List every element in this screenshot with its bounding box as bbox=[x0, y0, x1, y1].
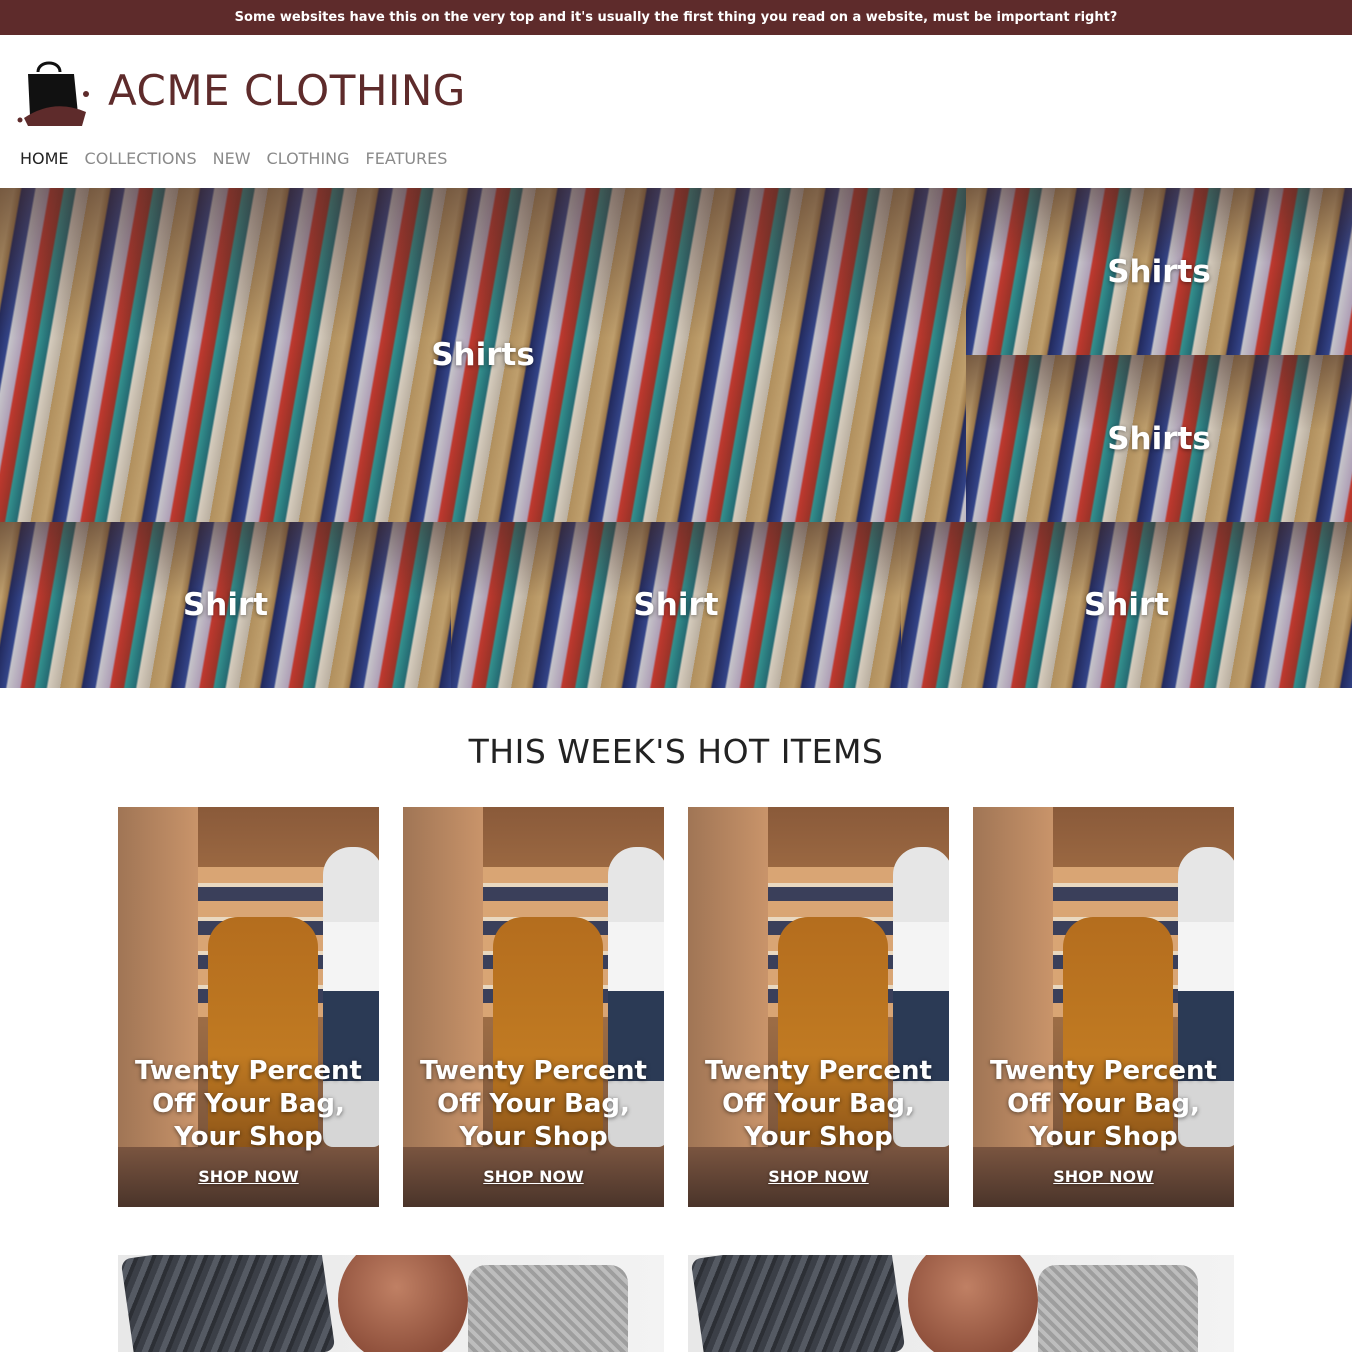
promo-card[interactable]: Twenty Percent Off Your Bag, Your Shop S… bbox=[118, 807, 379, 1207]
announcement-bar: Some websites have this on the very top … bbox=[0, 0, 1352, 35]
hero-tile-right-top[interactable]: Shirts bbox=[966, 188, 1352, 355]
nav-item-collections[interactable]: COLLECTIONS bbox=[85, 150, 197, 168]
banner-image-knit bbox=[468, 1265, 628, 1352]
hero-tile-bottom-1[interactable]: Shirt bbox=[0, 522, 451, 688]
hero-tile-bottom-3[interactable]: Shirt bbox=[901, 522, 1352, 688]
hero-tile-label: Shirt bbox=[633, 587, 719, 623]
banner-image-knit bbox=[1038, 1265, 1198, 1352]
banner-image-fabric bbox=[908, 1255, 1038, 1352]
promo-card[interactable]: Twenty Percent Off Your Bag, Your Shop S… bbox=[688, 807, 949, 1207]
hero-tile-label: Shirt bbox=[182, 587, 269, 623]
promo-headline: Twenty Percent Off Your Bag, Your Shop bbox=[135, 1056, 362, 1152]
feature-banner-image[interactable] bbox=[688, 1255, 1234, 1352]
shop-now-link[interactable]: SHOP NOW bbox=[118, 1167, 379, 1186]
nav-item-new[interactable]: NEW bbox=[213, 150, 251, 168]
nav-item-clothing[interactable]: CLOTHING bbox=[267, 150, 350, 168]
section-title: THIS WEEK'S HOT ITEMS bbox=[468, 732, 884, 771]
shop-now-link[interactable]: SHOP NOW bbox=[688, 1167, 949, 1186]
promo-headline: Twenty Percent Off Your Bag, Your Shop bbox=[705, 1056, 932, 1152]
nav-item-features[interactable]: FEATURES bbox=[366, 150, 448, 168]
promo-card[interactable]: Twenty Percent Off Your Bag, Your Shop S… bbox=[973, 807, 1234, 1207]
shop-now-link[interactable]: SHOP NOW bbox=[403, 1167, 664, 1186]
shopping-bag-icon bbox=[17, 61, 89, 126]
hero-tile-label: Shirt bbox=[1083, 587, 1170, 623]
brand-name: ACME CLOTHING bbox=[108, 66, 466, 115]
feature-banner-image[interactable] bbox=[118, 1255, 664, 1352]
hero-tile-label: Shirts bbox=[431, 337, 535, 373]
announcement-text: Some websites have this on the very top … bbox=[234, 10, 1118, 25]
banner-image-denim bbox=[690, 1255, 906, 1352]
hero-tile-right-bottom[interactable]: Shirts bbox=[966, 355, 1352, 522]
main-nav: HOME COLLECTIONS NEW CLOTHING FEATURES bbox=[20, 150, 447, 168]
hero-tile-main[interactable]: Shirts bbox=[0, 188, 966, 522]
promo-headline: Twenty Percent Off Your Bag, Your Shop bbox=[990, 1056, 1217, 1152]
nav-item-home[interactable]: HOME bbox=[20, 150, 69, 168]
hero-tile-label: Shirts bbox=[1107, 253, 1211, 290]
promo-card[interactable]: Twenty Percent Off Your Bag, Your Shop S… bbox=[403, 807, 664, 1207]
banner-image-denim bbox=[120, 1255, 336, 1352]
brand-logo[interactable] bbox=[16, 54, 92, 128]
promo-headline: Twenty Percent Off Your Bag, Your Shop bbox=[420, 1056, 647, 1152]
hero-tile-bottom-2[interactable]: Shirt bbox=[451, 522, 901, 688]
banner-image-fabric bbox=[338, 1255, 468, 1352]
hero-tile-label: Shirts bbox=[1107, 420, 1211, 457]
shop-now-link[interactable]: SHOP NOW bbox=[973, 1167, 1234, 1186]
